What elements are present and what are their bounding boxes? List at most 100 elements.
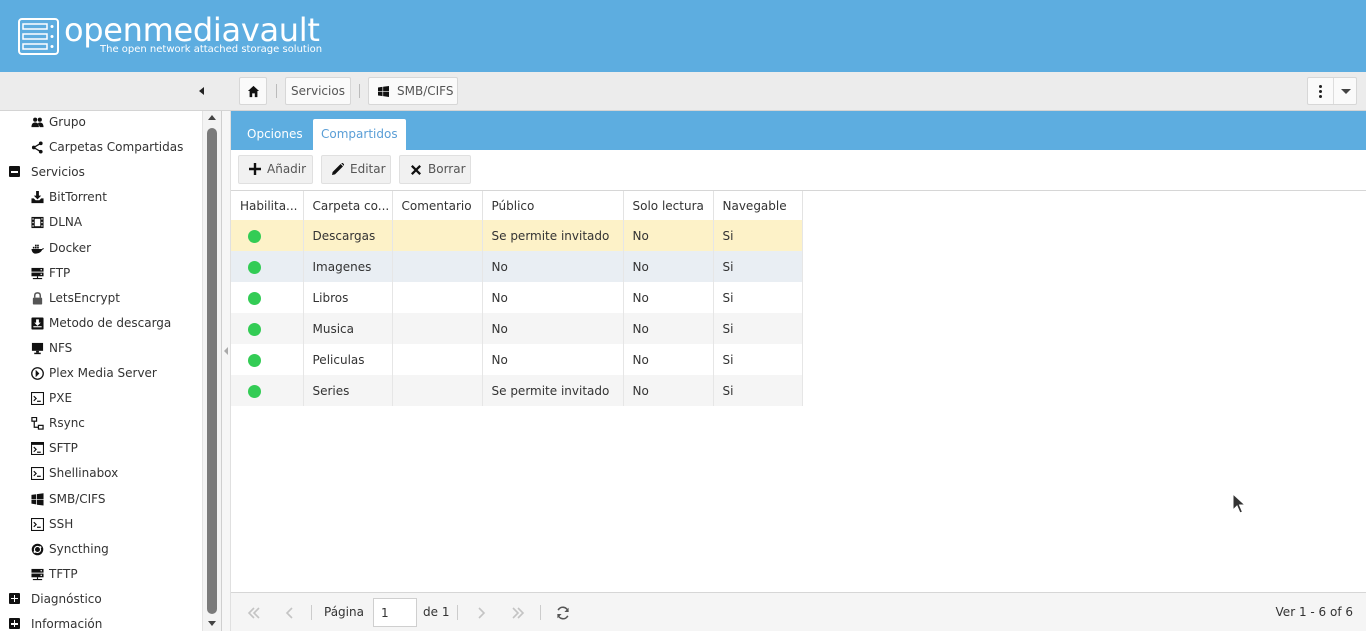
column-header-readonly[interactable]: Solo lectura bbox=[623, 191, 714, 220]
docker-icon bbox=[31, 244, 44, 254]
breadcrumb-home-button[interactable] bbox=[239, 77, 267, 105]
last-page-icon[interactable] bbox=[510, 605, 526, 621]
edit-button[interactable]: Editar bbox=[321, 155, 391, 184]
sidebar-item-label: Docker bbox=[49, 240, 92, 255]
logo-server-icon bbox=[18, 18, 59, 55]
cell-enabled bbox=[231, 220, 304, 251]
enabled-status-icon bbox=[248, 291, 261, 305]
breadcrumb-smb-label: SMB/CIFS bbox=[397, 84, 454, 98]
sidebar-item-label: SFTP bbox=[49, 441, 78, 456]
enabled-status-icon bbox=[248, 229, 261, 243]
first-page-icon[interactable] bbox=[246, 605, 262, 621]
page-number-input[interactable] bbox=[373, 598, 417, 627]
table-row[interactable]: Imagenes No No Si bbox=[231, 251, 803, 282]
grid-toolbar: Añadir Editar Borrar bbox=[231, 150, 1366, 191]
cell-public: No bbox=[482, 251, 624, 282]
app-header: openmediavault The open network attached… bbox=[0, 0, 1366, 72]
mouse-cursor-icon bbox=[1232, 493, 1246, 514]
table-row[interactable]: Libros No No Si bbox=[231, 282, 803, 313]
column-header-browseable[interactable]: Navegable bbox=[713, 191, 803, 220]
paging-info: Ver 1 - 6 of 6 bbox=[1275, 605, 1353, 619]
tab-opciones[interactable]: Opciones bbox=[239, 119, 311, 150]
enabled-status-icon bbox=[248, 322, 261, 336]
more-options-button[interactable] bbox=[1308, 78, 1333, 104]
cell-browseable: Si bbox=[713, 282, 803, 313]
sidebar-scrollbar[interactable] bbox=[202, 111, 221, 631]
sidebar-nav: Grupo Carpetas Compartidas Servicios BitTor… bbox=[0, 111, 222, 631]
page-label: Página bbox=[324, 605, 364, 619]
tab-compartidos[interactable]: Compartidos bbox=[313, 119, 406, 150]
breadcrumb-servicios[interactable]: Servicios bbox=[285, 77, 351, 105]
add-button[interactable]: Añadir bbox=[238, 155, 313, 184]
table-row[interactable]: Series Se permite invitado No Si bbox=[231, 375, 803, 406]
close-icon bbox=[411, 165, 421, 175]
sidebar-item-label: Plex Media Server bbox=[49, 366, 157, 380]
sidebar-item-label: Servicios bbox=[31, 165, 85, 180]
column-header-public[interactable]: Público bbox=[482, 191, 624, 220]
column-header-enabled[interactable]: Habilita... bbox=[231, 191, 304, 220]
cell-browseable: Si bbox=[713, 251, 803, 282]
terminal-icon bbox=[31, 467, 44, 481]
cell-readonly: No bbox=[623, 344, 714, 375]
terminal-icon bbox=[31, 392, 44, 406]
enabled-status-icon bbox=[248, 353, 261, 367]
sidebar-item-label: FTP bbox=[49, 265, 71, 280]
cell-enabled bbox=[231, 282, 304, 313]
refresh-icon[interactable] bbox=[555, 605, 571, 621]
cell-comment bbox=[392, 313, 483, 344]
sidebar-item-label: Rsync bbox=[49, 416, 85, 431]
scroll-up-arrow[interactable] bbox=[207, 114, 217, 122]
shares-table: Habilita... Carpeta co... Comentario Púb… bbox=[231, 191, 803, 406]
table-row[interactable]: Musica No No Si bbox=[231, 313, 803, 344]
delete-button[interactable]: Borrar bbox=[399, 155, 471, 184]
cell-readonly: No bbox=[623, 282, 714, 313]
panel-splitter[interactable] bbox=[222, 111, 231, 631]
sync-icon bbox=[31, 543, 44, 555]
tab-bar: Opciones Compartidos bbox=[231, 111, 1366, 150]
sidebar-item-label: Metodo de descarga bbox=[49, 315, 172, 330]
prev-page-icon[interactable] bbox=[282, 605, 298, 621]
pencil-icon bbox=[332, 163, 344, 175]
pager-separator bbox=[457, 605, 458, 620]
sidebar-item-label: Grupo bbox=[49, 115, 86, 129]
cell-folder: Libros bbox=[303, 282, 393, 313]
cell-comment bbox=[392, 375, 483, 406]
column-header-folder[interactable]: Carpeta co... bbox=[303, 191, 393, 220]
next-page-icon[interactable] bbox=[473, 605, 489, 621]
delete-button-label: Borrar bbox=[428, 162, 466, 176]
scroll-thumb[interactable] bbox=[207, 128, 217, 614]
sidebar-item-label: Syncthing bbox=[49, 541, 109, 556]
sidebar-item-label: Información bbox=[31, 617, 103, 631]
table-row[interactable]: Peliculas No No Si bbox=[231, 344, 803, 375]
cell-enabled bbox=[231, 251, 304, 282]
terminal-window-icon bbox=[31, 442, 44, 456]
cell-enabled bbox=[231, 375, 304, 406]
cell-enabled bbox=[231, 313, 304, 344]
collapse-icon[interactable] bbox=[9, 166, 20, 178]
lock-icon bbox=[32, 291, 43, 305]
menu-dropdown-button[interactable] bbox=[1333, 78, 1357, 104]
add-button-label: Añadir bbox=[267, 162, 307, 176]
desktop-icon bbox=[31, 342, 44, 355]
top-menu-group bbox=[1307, 77, 1357, 105]
cell-public: Se permite invitado bbox=[482, 220, 624, 251]
expand-icon[interactable] bbox=[9, 618, 20, 629]
sidebar-item-label: Carpetas Compartidas bbox=[49, 140, 184, 155]
plex-icon bbox=[31, 367, 44, 380]
sidebar-item-label: SMB/CIFS bbox=[49, 491, 106, 506]
breadcrumb-smb[interactable]: SMB/CIFS bbox=[368, 77, 458, 105]
enabled-status-icon bbox=[248, 260, 261, 274]
table-row[interactable]: Descargas Se permite invitado No Si bbox=[231, 220, 803, 251]
scroll-down-arrow[interactable] bbox=[207, 620, 217, 628]
expand-icon[interactable] bbox=[9, 592, 20, 604]
cell-readonly: No bbox=[623, 251, 714, 282]
cell-public: No bbox=[482, 282, 624, 313]
page-count-label: de 1 bbox=[423, 605, 450, 619]
windows-icon bbox=[378, 86, 389, 97]
sidebar-item-label: BitTorrent bbox=[49, 190, 107, 205]
column-header-comment[interactable]: Comentario bbox=[392, 191, 483, 220]
collapse-sidebar-button[interactable] bbox=[196, 83, 208, 99]
edit-button-label: Editar bbox=[350, 162, 386, 176]
cell-readonly: No bbox=[623, 220, 714, 251]
grid-header-row: Habilita... Carpeta co... Comentario Púb… bbox=[231, 191, 803, 220]
